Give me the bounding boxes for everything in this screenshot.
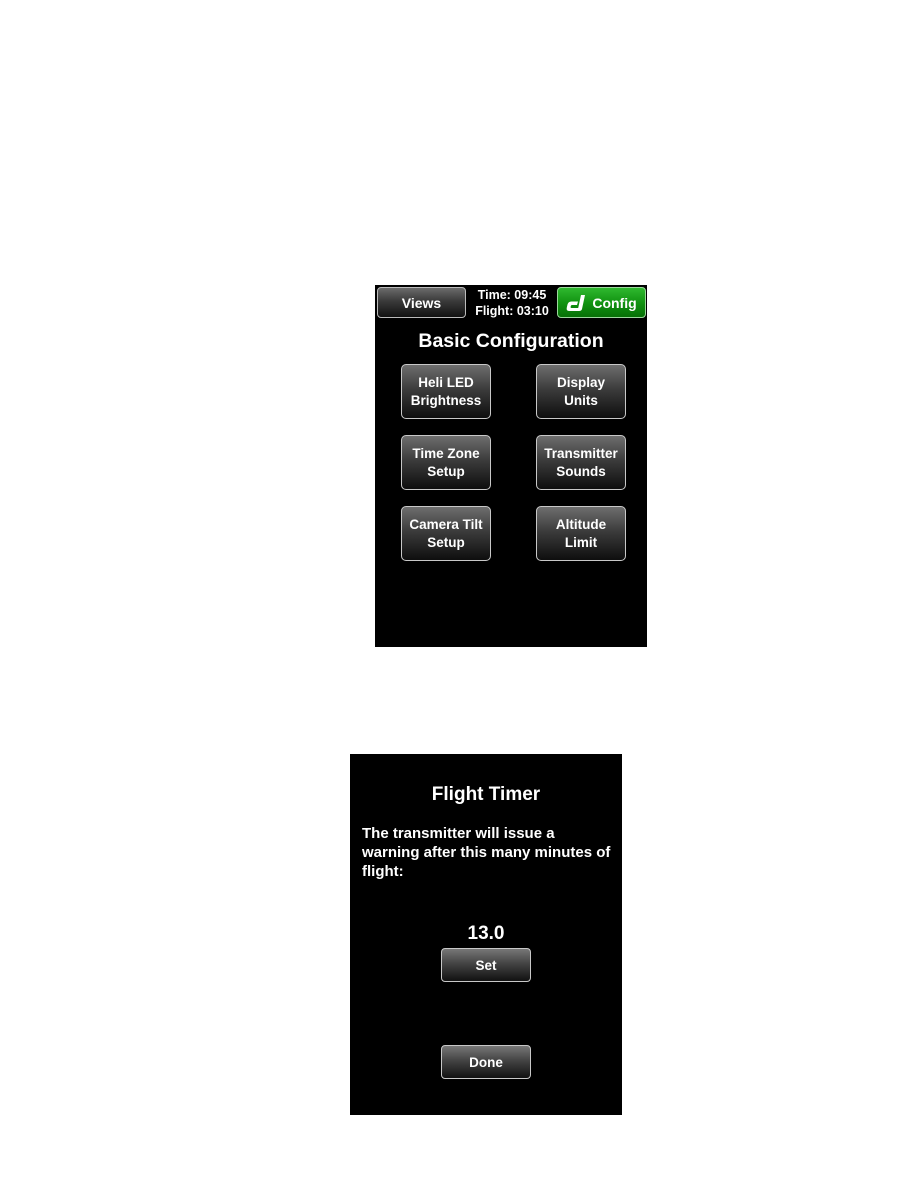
config-button-label: Config [592, 294, 637, 311]
set-button-label: Set [475, 957, 497, 973]
camera-tilt-setup-button[interactable]: Camera Tilt Setup [401, 506, 491, 561]
basic-configuration-screen: Views Time: 09:45 Flight: 03:10 Config B… [375, 285, 647, 647]
altitude-limit-button[interactable]: Altitude Limit [536, 506, 626, 561]
button-label: Altitude Limit [555, 516, 607, 550]
transmitter-sounds-button[interactable]: Transmitter Sounds [536, 435, 626, 490]
button-label: Time Zone Setup [412, 445, 480, 479]
flight-timer-screen: Flight Timer The transmitter will issue … [350, 754, 622, 1115]
done-button-label: Done [469, 1054, 503, 1070]
button-label: Camera Tilt Setup [409, 516, 483, 550]
timer-value: 13.0 [467, 923, 505, 944]
button-label: Heli LED Brightness [410, 374, 482, 408]
button-label: Transmitter Sounds [544, 445, 618, 479]
button-label: Display Units [556, 374, 606, 408]
heli-led-brightness-button[interactable]: Heli LED Brightness [401, 364, 491, 419]
config-button[interactable]: Config [557, 287, 646, 318]
time-readout: Time: 09:45 Flight: 03:10 [470, 287, 554, 319]
views-button[interactable]: Views [377, 287, 466, 318]
set-button[interactable]: Set [441, 948, 531, 982]
time-zone-setup-button[interactable]: Time Zone Setup [401, 435, 491, 490]
clock-time: Time: 09:45 [477, 288, 547, 302]
done-button[interactable]: Done [441, 1045, 531, 1079]
description-text: The transmitter will issue a warning aft… [362, 825, 611, 880]
views-button-label: Views [401, 294, 442, 311]
page-title: Basic Configuration [418, 330, 604, 352]
display-units-button[interactable]: Display Units [536, 364, 626, 419]
brand-logo-icon [566, 294, 586, 311]
flight-time: Flight: 03:10 [475, 304, 549, 318]
page-title: Flight Timer [431, 784, 541, 805]
